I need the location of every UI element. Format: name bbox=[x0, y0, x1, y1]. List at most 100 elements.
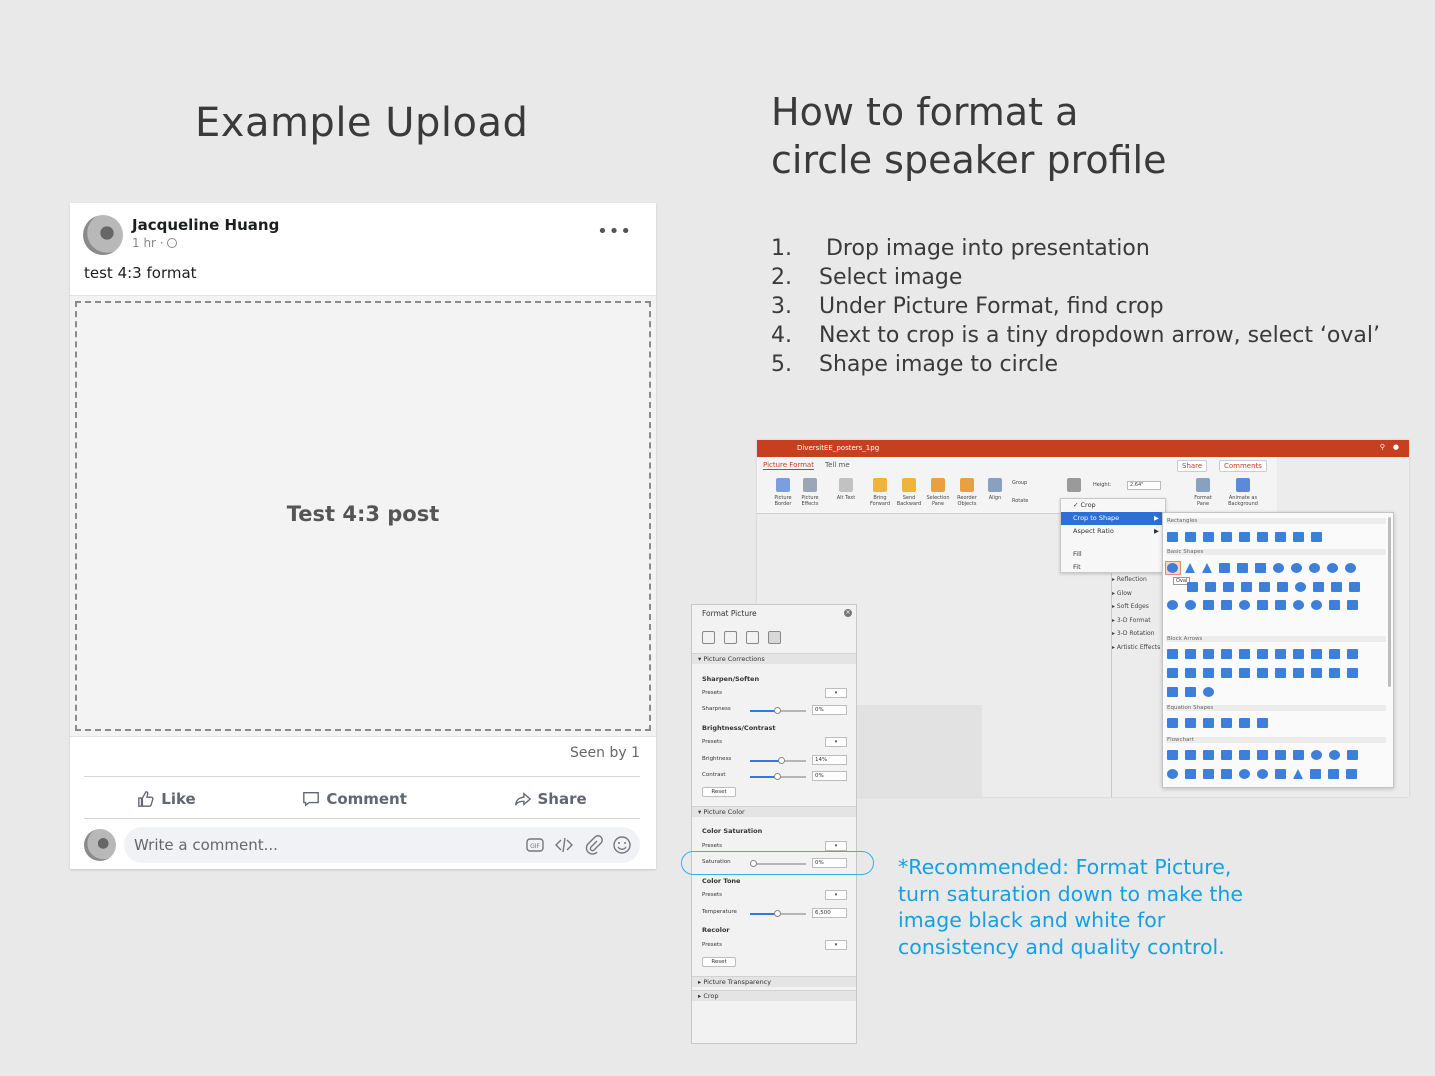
effects-icon[interactable] bbox=[724, 631, 737, 644]
arrow-icon[interactable] bbox=[1185, 649, 1196, 659]
shape-icon[interactable] bbox=[1345, 563, 1356, 573]
contrast-value[interactable]: 0% bbox=[812, 771, 847, 781]
sharpness-slider[interactable] bbox=[750, 707, 806, 714]
arrow-icon[interactable] bbox=[1203, 649, 1214, 659]
slider-knob[interactable] bbox=[774, 910, 781, 917]
menu-item-soft-edges[interactable]: ▸ Soft Edges bbox=[1112, 600, 1162, 614]
shape-icon[interactable] bbox=[1277, 582, 1288, 592]
equal-icon[interactable] bbox=[1239, 718, 1250, 728]
flowchart-icon[interactable] bbox=[1239, 769, 1250, 779]
ribbon-picture-border[interactable]: Picture Border bbox=[770, 478, 796, 507]
arrow-icon[interactable] bbox=[1293, 649, 1304, 659]
shape-icon[interactable] bbox=[1239, 600, 1250, 610]
close-icon[interactable]: × bbox=[844, 609, 852, 617]
heart-icon[interactable] bbox=[1257, 600, 1268, 610]
menu-item-glow[interactable]: ▸ Glow bbox=[1112, 587, 1162, 601]
flowchart-icon[interactable] bbox=[1203, 750, 1214, 760]
post-media[interactable]: Test 4:3 post bbox=[70, 295, 656, 737]
comment-input[interactable] bbox=[134, 827, 514, 863]
shape-icon[interactable] bbox=[1241, 582, 1252, 592]
shape-icon[interactable] bbox=[1275, 600, 1286, 610]
arrow-icon[interactable] bbox=[1329, 649, 1340, 659]
menu-item-artistic-effects[interactable]: ▸ Artistic Effects bbox=[1112, 641, 1162, 655]
flowchart-icon[interactable] bbox=[1346, 769, 1357, 779]
code-icon[interactable] bbox=[554, 835, 574, 855]
ribbon-align[interactable]: Align bbox=[982, 478, 1008, 501]
section-picture-color[interactable]: ▾ Picture Color bbox=[692, 806, 856, 817]
menu-item-3d-rotation[interactable]: ▸ 3-D Rotation bbox=[1112, 627, 1162, 641]
arrow-icon[interactable] bbox=[1239, 649, 1250, 659]
triangle-icon[interactable] bbox=[1202, 563, 1212, 573]
menu-item-reflection[interactable]: ▸ Reflection bbox=[1112, 573, 1162, 587]
comment-box[interactable]: GIF bbox=[124, 827, 640, 863]
flowchart-icon[interactable] bbox=[1329, 750, 1340, 760]
shape-icon[interactable] bbox=[1349, 582, 1360, 592]
shape-icon[interactable] bbox=[1219, 563, 1230, 573]
tone-presets-dropdown[interactable]: ▾ bbox=[825, 890, 847, 900]
user-icon[interactable]: ● bbox=[1393, 443, 1399, 451]
plus-icon[interactable] bbox=[1167, 718, 1178, 728]
author-avatar[interactable] bbox=[83, 215, 123, 255]
ribbon-send-backward[interactable]: Send Backward bbox=[896, 478, 922, 507]
slider-knob[interactable] bbox=[774, 707, 781, 714]
multiply-icon[interactable] bbox=[1203, 718, 1214, 728]
arrow-icon[interactable] bbox=[1167, 668, 1178, 678]
flowchart-icon[interactable] bbox=[1221, 769, 1232, 779]
flowchart-icon[interactable] bbox=[1311, 750, 1322, 760]
contrast-slider[interactable] bbox=[750, 773, 806, 780]
arrow-icon[interactable] bbox=[1329, 668, 1340, 678]
arrow-icon[interactable] bbox=[1311, 649, 1322, 659]
ribbon-animate-background[interactable]: Animate as Background bbox=[1225, 478, 1261, 507]
triangle-icon[interactable] bbox=[1185, 563, 1195, 573]
arrow-icon[interactable] bbox=[1203, 668, 1214, 678]
fill-line-icon[interactable] bbox=[702, 631, 715, 644]
minus-icon[interactable] bbox=[1185, 718, 1196, 728]
arrow-icon[interactable] bbox=[1167, 687, 1178, 697]
corrections-reset-button[interactable]: Reset bbox=[702, 787, 736, 797]
ribbon-reorder-objects[interactable]: Reorder Objects bbox=[954, 478, 980, 507]
flowchart-icon[interactable] bbox=[1257, 750, 1268, 760]
not-equal-icon[interactable] bbox=[1257, 718, 1268, 728]
flowchart-icon[interactable] bbox=[1221, 750, 1232, 760]
rectangle-icon[interactable] bbox=[1275, 532, 1286, 542]
shape-icon[interactable] bbox=[1273, 563, 1284, 573]
arrow-icon[interactable] bbox=[1185, 687, 1196, 697]
shape-icon[interactable] bbox=[1167, 600, 1178, 610]
arrow-icon[interactable] bbox=[1221, 649, 1232, 659]
size-properties-icon[interactable] bbox=[746, 631, 759, 644]
flowchart-icon[interactable] bbox=[1239, 750, 1250, 760]
flowchart-icon[interactable] bbox=[1347, 750, 1358, 760]
arrow-icon[interactable] bbox=[1185, 668, 1196, 678]
ribbon-group[interactable]: Group bbox=[1012, 480, 1046, 486]
shape-icon[interactable] bbox=[1329, 600, 1340, 610]
comment-button[interactable]: Comment bbox=[302, 790, 407, 808]
arrow-icon[interactable] bbox=[1257, 649, 1268, 659]
menu-item-crop-to-shape[interactable]: Crop to Shape ▶ bbox=[1061, 512, 1165, 525]
rectangle-icon[interactable] bbox=[1221, 532, 1232, 542]
arrow-icon[interactable] bbox=[1203, 687, 1214, 697]
flowchart-icon[interactable] bbox=[1167, 769, 1178, 779]
rectangle-icon[interactable] bbox=[1239, 532, 1250, 542]
arrow-icon[interactable] bbox=[1347, 649, 1358, 659]
shape-icon[interactable] bbox=[1223, 582, 1234, 592]
shape-icon[interactable] bbox=[1291, 563, 1302, 573]
shape-icon[interactable] bbox=[1255, 563, 1266, 573]
arrow-icon[interactable] bbox=[1257, 668, 1268, 678]
arrow-icon[interactable] bbox=[1293, 668, 1304, 678]
ribbon-format-pane[interactable]: Format Pane bbox=[1190, 478, 1216, 507]
menu-item-aspect-ratio[interactable]: Aspect Ratio ▶ bbox=[1061, 525, 1165, 538]
search-icon[interactable]: ⚲ bbox=[1380, 443, 1385, 451]
height-input[interactable]: 2.64" bbox=[1127, 481, 1161, 490]
brightness-value[interactable]: 14% bbox=[812, 755, 847, 765]
shape-icon[interactable] bbox=[1309, 563, 1320, 573]
ppt-share-button[interactable]: Share bbox=[1177, 460, 1208, 472]
recolor-presets-dropdown[interactable]: ▾ bbox=[825, 940, 847, 950]
ribbon-selection-pane[interactable]: Selection Pane bbox=[925, 478, 951, 507]
shape-icon[interactable] bbox=[1331, 582, 1342, 592]
rectangle-icon[interactable] bbox=[1293, 532, 1304, 542]
flowchart-icon[interactable] bbox=[1293, 750, 1304, 760]
brightness-slider[interactable] bbox=[750, 757, 806, 764]
author-name[interactable]: Jacqueline Huang bbox=[132, 216, 279, 234]
shape-icon[interactable] bbox=[1221, 600, 1232, 610]
gif-icon[interactable]: GIF bbox=[525, 835, 545, 855]
